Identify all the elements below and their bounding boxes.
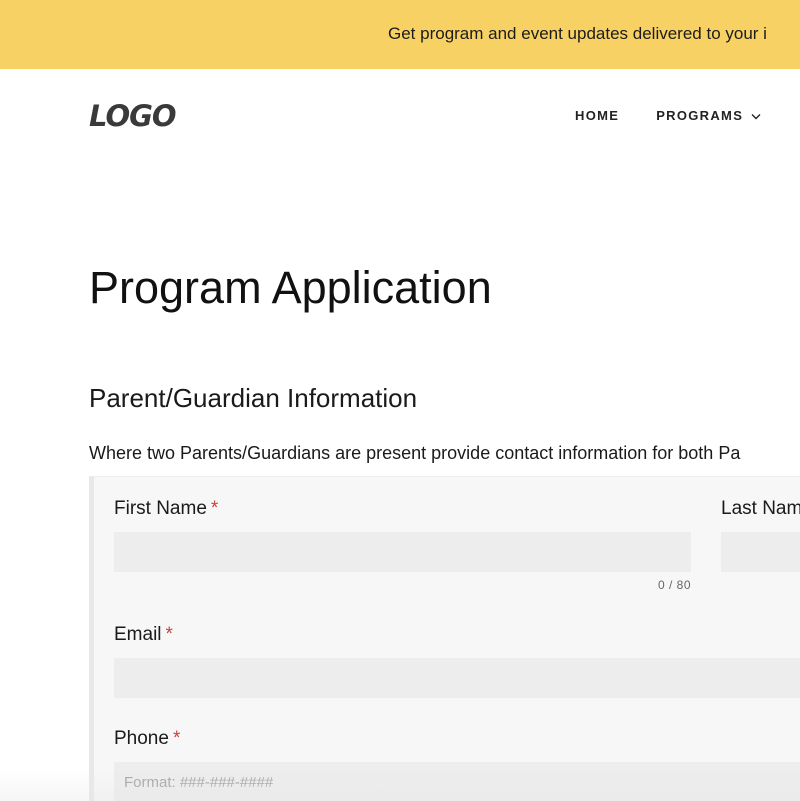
nav-item-home[interactable]: HOME [575,108,619,123]
nav-item-label: HOME [575,108,620,123]
first-name-input[interactable] [114,532,691,572]
section-description: Where two Parents/Guardians are present … [89,443,741,463]
phone-input[interactable] [114,762,800,801]
required-marker: * [172,728,181,749]
page-title: Program Application [89,262,492,313]
phone-label: Phone * [114,728,181,749]
announcement-banner: Get program and event updates delivered … [0,0,800,69]
email-label: Email * [114,624,173,645]
required-marker: * [210,498,219,519]
section-title: Parent/Guardian Information [89,383,418,413]
site-logo[interactable]: LOGO [89,99,177,133]
nav-item-label: PROGRAMS [656,108,744,123]
first-name-char-counter: 0 / 80 [657,578,691,592]
chevron-down-icon [751,108,761,123]
email-input[interactable] [114,658,800,698]
last-name-input[interactable] [721,532,800,572]
nav-item-programs[interactable]: PROGRAMS [656,108,761,123]
last-name-label: Last Nam [721,498,800,519]
required-marker: * [165,624,173,645]
banner-text: Get program and event updates delivered … [388,24,767,43]
main-nav: HOME PROGRAMS [575,108,761,123]
parent-guardian-form: First Name * 0 / 80 Last Nam Email * Phone… [89,476,800,801]
first-name-label: First Name * [114,498,219,519]
